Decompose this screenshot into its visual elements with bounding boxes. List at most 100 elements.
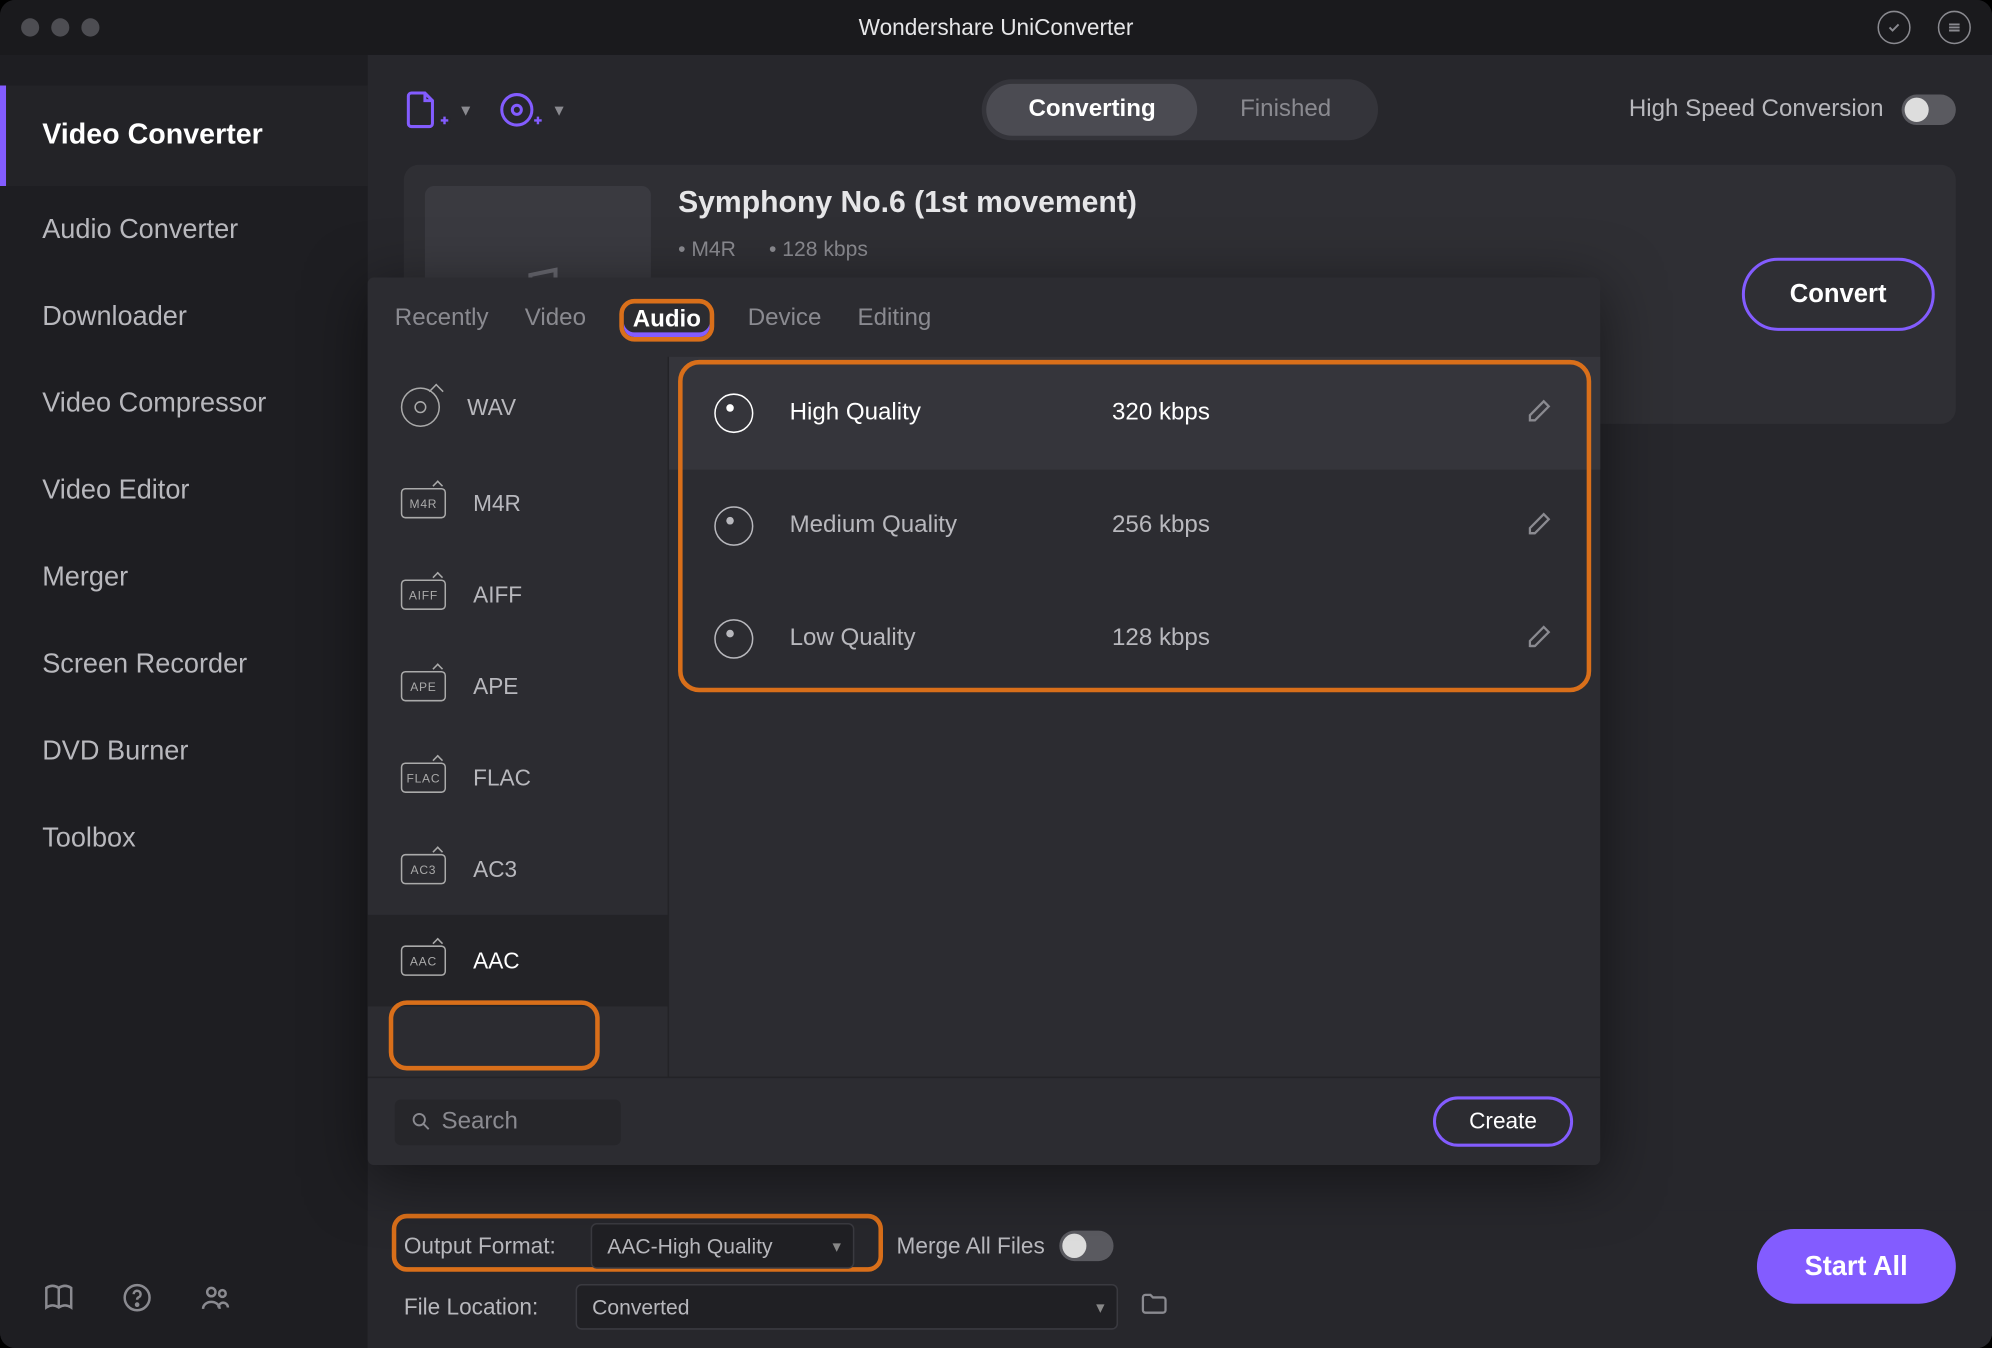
file-meta-format: M4R (678, 236, 736, 260)
quality-icon (714, 506, 753, 546)
sidebar-item-screen-recorder[interactable]: Screen Recorder (0, 621, 368, 708)
sidebar-item-video-editor[interactable]: Video Editor (0, 447, 368, 534)
format-badge-icon: AAC (401, 945, 446, 975)
format-label: WAV (467, 394, 516, 420)
maximize-window-icon[interactable] (81, 18, 99, 36)
quality-rate: 320 kbps (1112, 400, 1489, 427)
help-icon[interactable] (121, 1281, 154, 1315)
popup-tabs: Recently Video Audio Device Editing (368, 278, 1601, 357)
sidebar-bottom-icons (0, 1247, 368, 1348)
format-label: APE (473, 673, 518, 699)
file-location-row: File Location: Converted ▾ (404, 1284, 1956, 1330)
chevron-down-icon: ▾ (1096, 1297, 1104, 1317)
menu-icon[interactable] (1938, 11, 1971, 45)
format-badge-icon: APE (401, 671, 446, 701)
format-item-aiff[interactable]: AIFF AIFF (368, 549, 668, 640)
file-meta-bitrate: 128 kbps (769, 236, 868, 260)
titlebar: Wondershare UniConverter (0, 0, 1992, 55)
high-speed-conversion: High Speed Conversion (1629, 95, 1956, 125)
minimize-window-icon[interactable] (51, 18, 69, 36)
quality-name: Low Quality (790, 625, 1076, 652)
popup-body: WAV M4R M4R AIFF AIFF APE (368, 357, 1601, 1077)
highlight-annotation (389, 1000, 600, 1070)
toolbar: ▾ ▾ Converting Finished High Speed Conve… (368, 55, 1992, 165)
format-item-ape[interactable]: APE APE (368, 640, 668, 731)
community-icon[interactable] (199, 1281, 232, 1315)
sidebar-item-merger[interactable]: Merger (0, 534, 368, 621)
chevron-down-icon: ▾ (832, 1236, 840, 1256)
tab-converting[interactable]: Converting (986, 84, 1198, 136)
format-badge-icon: FLAC (401, 762, 446, 792)
close-window-icon[interactable] (21, 18, 39, 36)
edit-icon[interactable] (1525, 507, 1555, 545)
sidebar-item-downloader[interactable]: Downloader (0, 273, 368, 360)
merge-all-files: Merge All Files (897, 1231, 1115, 1261)
sidebar-item-toolbox[interactable]: Toolbox (0, 794, 368, 881)
sidebar-item-video-converter[interactable]: Video Converter (0, 85, 368, 186)
quality-item-high[interactable]: High Quality 320 kbps (669, 357, 1600, 470)
popup-tab-recently[interactable]: Recently (392, 299, 492, 342)
sidebar-item-audio-converter[interactable]: Audio Converter (0, 186, 368, 273)
format-list[interactable]: WAV M4R M4R AIFF AIFF APE (368, 357, 669, 1077)
popup-tab-audio[interactable]: Audio (619, 299, 714, 342)
format-badge-icon: AIFF (401, 579, 446, 609)
status-segment: Converting Finished (982, 79, 1378, 140)
quality-rate: 128 kbps (1112, 625, 1489, 652)
guide-icon[interactable] (42, 1281, 75, 1315)
format-label: AIFF (473, 582, 522, 608)
create-button[interactable]: Create (1433, 1096, 1573, 1146)
file-location-value: Converted (592, 1295, 689, 1319)
add-file-button[interactable]: ▾ (404, 90, 470, 130)
popup-footer: Search Create (368, 1077, 1601, 1165)
format-item-flac[interactable]: FLAC FLAC (368, 732, 668, 823)
sidebar-item-video-compressor[interactable]: Video Compressor (0, 360, 368, 447)
file-location-select[interactable]: Converted ▾ (576, 1284, 1118, 1330)
format-popup: Recently Video Audio Device Editing WAV (368, 278, 1601, 1165)
search-placeholder: Search (441, 1108, 517, 1135)
file-title: Symphony No.6 (1st movement) (678, 186, 1714, 221)
popup-tab-video[interactable]: Video (522, 299, 589, 342)
disc-icon (401, 387, 440, 427)
format-item-aac[interactable]: AAC AAC (368, 915, 668, 1006)
quality-icon (714, 393, 753, 433)
high-speed-label: High Speed Conversion (1629, 96, 1884, 123)
app-title: Wondershare UniConverter (0, 14, 1992, 40)
merge-toggle[interactable] (1060, 1231, 1114, 1261)
format-item-wav[interactable]: WAV (368, 357, 668, 458)
app-body: Video Converter Audio Converter Download… (0, 55, 1992, 1348)
add-dvd-button[interactable]: ▾ (497, 90, 563, 130)
account-icon[interactable] (1877, 11, 1910, 45)
output-format-select[interactable]: AAC-High Quality ▾ (591, 1223, 855, 1269)
format-item-m4r[interactable]: M4R M4R (368, 457, 668, 548)
open-folder-icon[interactable] (1139, 1288, 1169, 1326)
content-area: Symphony No.6 (1st movement) M4R 128 kbp… (368, 165, 1992, 1211)
format-label: FLAC (473, 765, 531, 791)
quality-list: High Quality 320 kbps Medium Quality 256… (669, 357, 1600, 1077)
popup-tab-device[interactable]: Device (745, 299, 825, 342)
convert-button[interactable]: Convert (1742, 258, 1935, 331)
high-speed-toggle[interactable] (1902, 95, 1956, 125)
quality-rate: 256 kbps (1112, 512, 1489, 539)
quality-name: High Quality (790, 400, 1076, 427)
edit-icon[interactable] (1525, 394, 1555, 432)
file-location-label: File Location: (404, 1294, 555, 1320)
sidebar: Video Converter Audio Converter Download… (0, 55, 368, 1348)
tab-finished[interactable]: Finished (1198, 84, 1374, 136)
format-label: M4R (473, 490, 521, 516)
app-window: Wondershare UniConverter Video Converter… (0, 0, 1992, 1348)
chevron-down-icon: ▾ (461, 99, 470, 120)
quality-item-low[interactable]: Low Quality 128 kbps (669, 583, 1600, 696)
edit-icon[interactable] (1525, 620, 1555, 658)
quality-item-medium[interactable]: Medium Quality 256 kbps (669, 470, 1600, 583)
popup-tab-editing[interactable]: Editing (855, 299, 935, 342)
chevron-down-icon: ▾ (555, 99, 564, 120)
format-badge-icon: AC3 (401, 854, 446, 884)
bottom-bar: Output Format: AAC-High Quality ▾ Merge … (368, 1211, 1992, 1348)
main-panel: ▾ ▾ Converting Finished High Speed Conve… (368, 55, 1992, 1348)
output-format-label: Output Format: (404, 1233, 570, 1259)
start-all-button[interactable]: Start All (1756, 1229, 1955, 1304)
search-input[interactable]: Search (395, 1099, 621, 1145)
search-icon (410, 1110, 433, 1133)
sidebar-item-dvd-burner[interactable]: DVD Burner (0, 708, 368, 795)
format-item-ac3[interactable]: AC3 AC3 (368, 823, 668, 914)
